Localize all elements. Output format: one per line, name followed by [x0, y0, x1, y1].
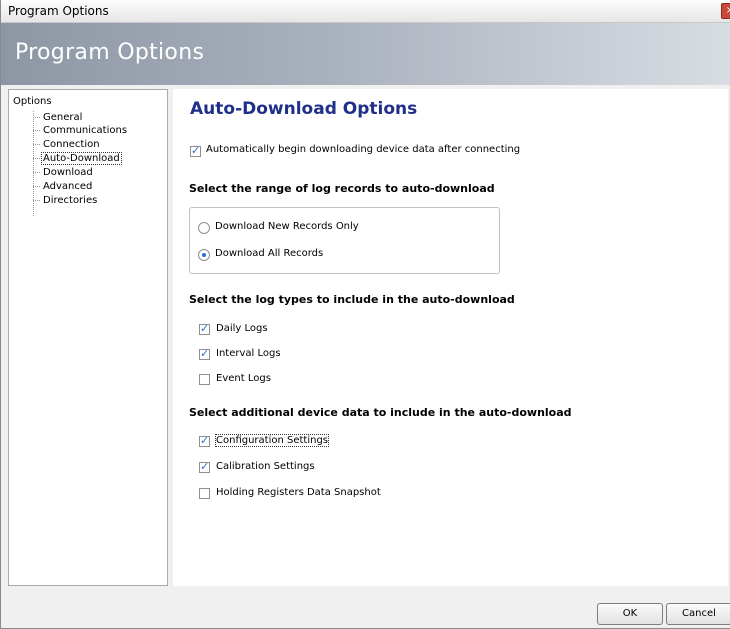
tree-item-label: Communications — [43, 125, 128, 136]
configuration-settings-label[interactable]: Configuration Settings — [214, 434, 330, 447]
log-types-section-heading: Select the log types to include in the a… — [189, 293, 515, 306]
auto-begin-label[interactable]: Automatically begin downloading device d… — [206, 144, 520, 155]
interval-logs-checkbox[interactable] — [199, 347, 210, 360]
daily-logs-label[interactable]: Daily Logs — [216, 323, 268, 334]
radio-new-records[interactable] — [198, 222, 210, 234]
tree-root-options[interactable]: Options — [13, 96, 52, 107]
title-bar[interactable]: Program Options × — [1, 0, 730, 23]
program-options-window: Program Options × Program Options Option… — [0, 0, 730, 629]
tree-item-label: Auto-Download — [41, 152, 122, 165]
radio-all-records-label[interactable]: Download All Records — [215, 248, 323, 259]
tree-item-directories[interactable]: Directories — [33, 194, 98, 207]
tree-item-label: Download — [43, 167, 93, 178]
ok-button[interactable]: OK — [597, 603, 663, 625]
options-tree[interactable]: Options General Communications Connectio… — [8, 89, 168, 586]
page-title: Auto-Download Options — [190, 99, 418, 119]
tree-item-auto-download[interactable]: Auto-Download — [33, 152, 122, 165]
tree-item-label: Connection — [43, 139, 100, 150]
tree-item-label: Advanced — [43, 181, 93, 192]
configuration-settings-checkbox[interactable] — [199, 434, 210, 447]
header-banner: Program Options — [1, 23, 730, 85]
cancel-button[interactable]: Cancel — [666, 603, 730, 625]
holding-registers-checkbox[interactable] — [199, 488, 210, 499]
radio-new-records-label[interactable]: Download New Records Only — [215, 221, 359, 232]
event-logs-checkbox[interactable] — [199, 374, 210, 385]
auto-begin-checkbox[interactable] — [190, 144, 201, 157]
calibration-settings-checkbox[interactable] — [199, 460, 210, 473]
close-icon[interactable]: × — [721, 3, 730, 19]
options-content-panel: Auto-Download Options Automatically begi… — [173, 89, 728, 586]
extra-data-section-heading: Select additional device data to include… — [189, 406, 572, 419]
tree-item-label: General — [43, 112, 83, 123]
tree-item-advanced[interactable]: Advanced — [33, 180, 93, 193]
tree-item-download[interactable]: Download — [33, 166, 94, 179]
calibration-settings-label[interactable]: Calibration Settings — [216, 461, 315, 472]
interval-logs-label[interactable]: Interval Logs — [216, 348, 281, 359]
tree-item-general[interactable]: General — [33, 111, 83, 124]
event-logs-label[interactable]: Event Logs — [216, 373, 271, 384]
range-groupbox — [189, 207, 500, 274]
range-section-heading: Select the range of log records to auto-… — [189, 182, 495, 195]
banner-title: Program Options — [15, 40, 205, 65]
tree-item-label: Directories — [43, 195, 98, 206]
window-title: Program Options — [8, 4, 109, 18]
radio-all-records[interactable] — [198, 249, 210, 261]
tree-item-connection[interactable]: Connection — [33, 138, 101, 151]
daily-logs-checkbox[interactable] — [199, 322, 210, 335]
tree-item-communications[interactable]: Communications — [33, 124, 128, 137]
holding-registers-label[interactable]: Holding Registers Data Snapshot — [216, 487, 381, 498]
